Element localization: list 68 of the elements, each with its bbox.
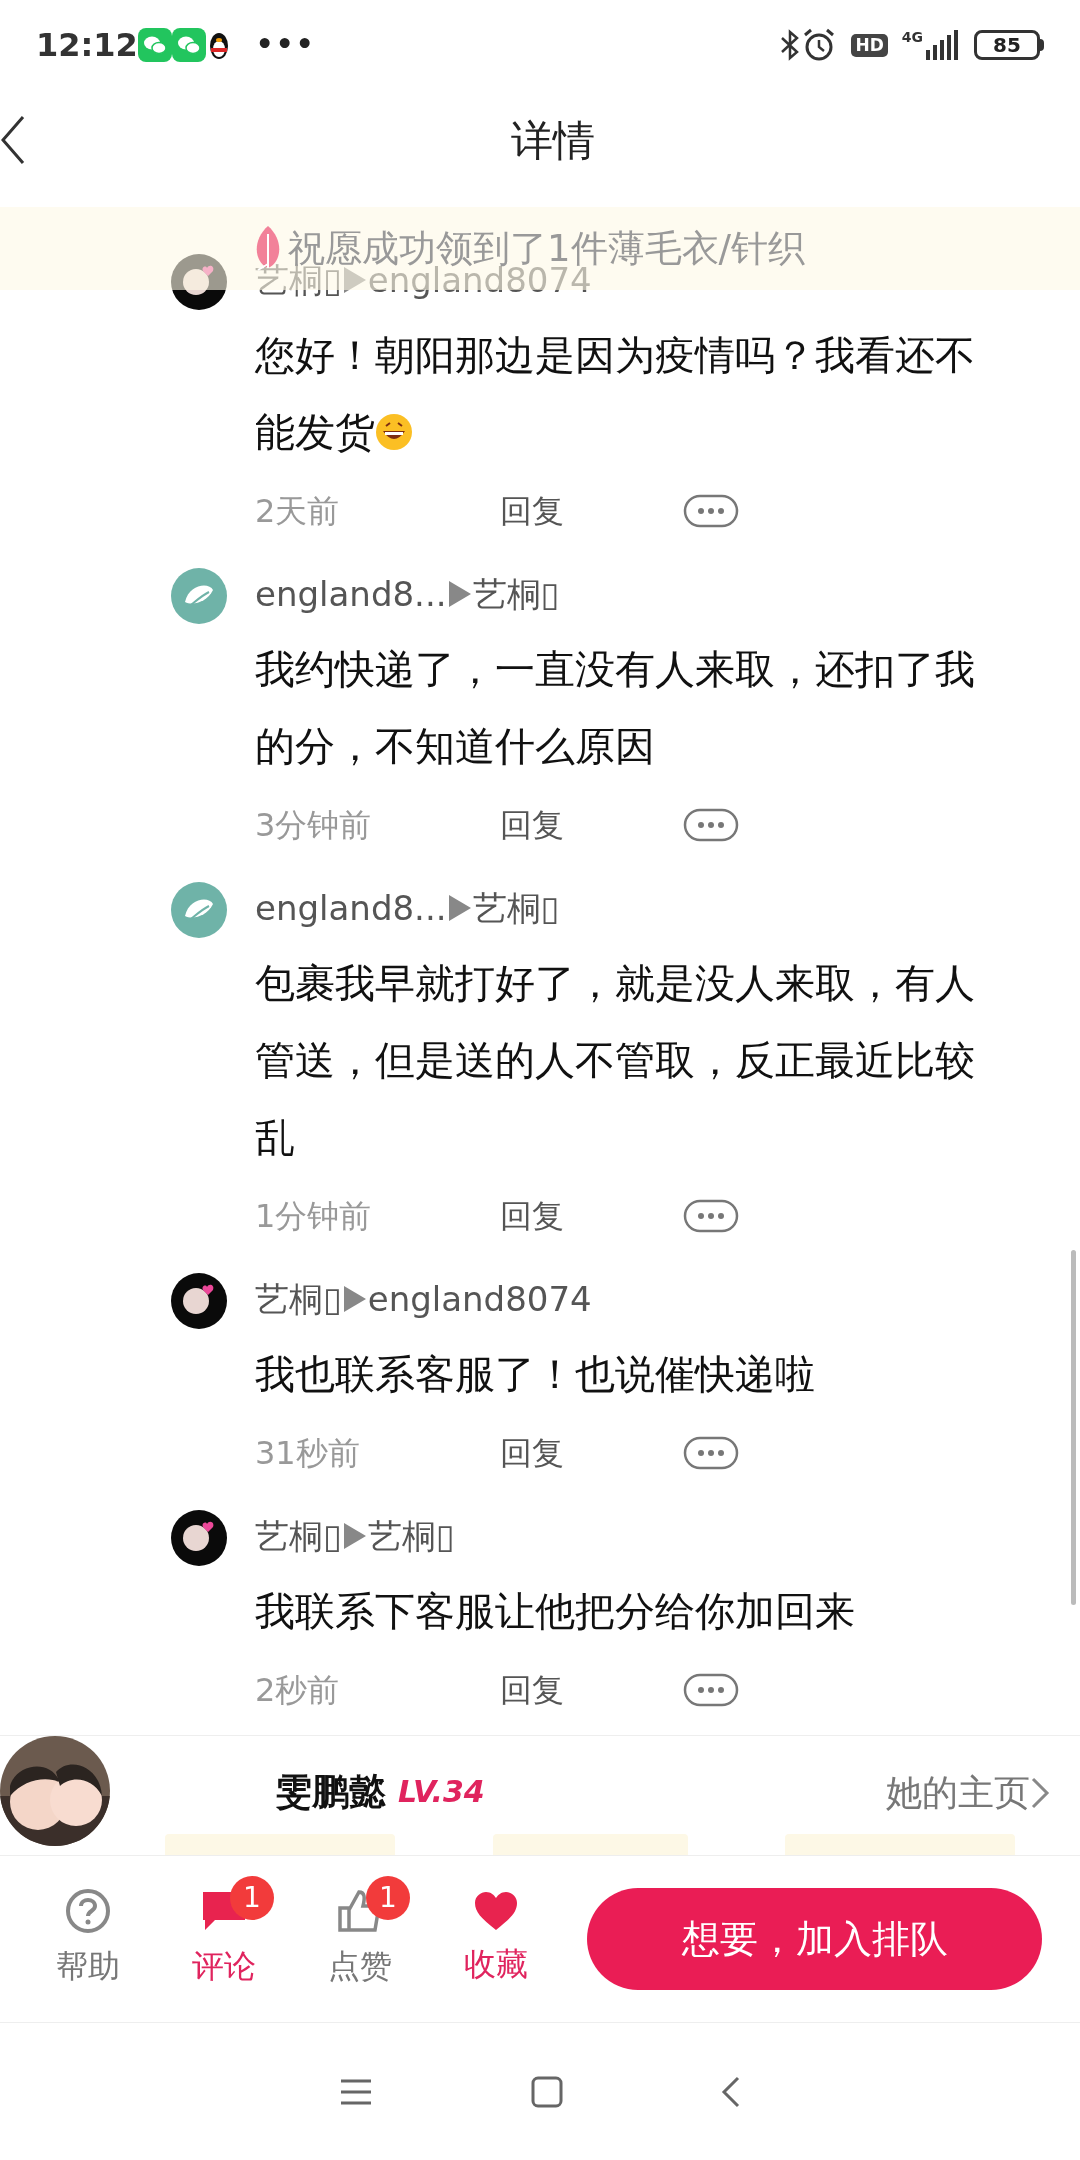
clock: 12:12 [36,25,138,66]
comment-time: 31秒前 [255,1433,361,1474]
comment-text: 管送，但是送的人不管取，反正最近比较 [255,1035,975,1085]
reply-button[interactable]: 回复 [500,1666,683,1714]
help-icon [65,1888,111,1934]
reply-target[interactable]: 艺桐▯ [472,882,560,934]
reply-arrow-icon [341,1284,368,1314]
leaf-avatar-icon [171,882,227,938]
page-title: 详情 [511,114,595,167]
comment-text: 我联系下客服让他把分给你加回来 [255,1586,855,1636]
leaf-avatar-icon [171,568,227,624]
notification-badge: 1 [366,1876,410,1920]
profile-name[interactable]: 雯鹏懿 [275,1764,386,1820]
level-tag: LV.34 [398,1769,485,1815]
reply-button[interactable]: 回复 [500,1429,683,1477]
notification-badge: 1 [230,1876,274,1920]
avatar-icon [171,1273,227,1329]
toolbar-like-button[interactable]: 点赞 1 [292,1874,428,2004]
chat-app-icon [137,28,172,62]
reply-target[interactable]: 艺桐▯ [367,1510,455,1562]
comment-text: 能发货 [255,407,375,457]
comment-author[interactable]: england8... [255,882,447,934]
comment-time: 3分钟前 [255,805,373,846]
battery-indicator: 85 [974,30,1040,60]
reply-target[interactable]: england8074 [367,1273,592,1325]
menu-icon[interactable] [339,2077,373,2106]
comment-text: 的分，不知道什么原因 [255,721,655,771]
comment-text: 乱 [255,1112,295,1162]
more-options-icon[interactable] [683,494,739,528]
comment-text: 包裹我早就打好了，就是没人来取，有人 [255,958,975,1008]
chat-app-icon [171,28,206,62]
comment-author[interactable]: 艺桐▯ [255,1273,342,1325]
toolbar-favorite-button[interactable]: 收藏 [428,1874,564,2004]
reply-arrow-icon [341,1521,368,1551]
avatar-icon [171,254,227,310]
toolbar-help-button[interactable]: 帮助 [20,1874,156,2004]
reply-button[interactable]: 回复 [500,487,683,535]
more-options-icon[interactable] [683,1199,739,1233]
reply-arrow-icon [341,265,368,295]
back-icon[interactable] [721,2074,741,2109]
signal-icon [926,30,958,60]
reply-arrow-icon [446,893,473,923]
toolbar-comment-button[interactable]: 评论 1 [156,1874,292,2004]
reply-button[interactable]: 回复 [500,1192,683,1240]
comment-time: 1分钟前 [255,1196,373,1237]
back-icon[interactable] [0,115,26,165]
hd-indicator: HD [851,33,888,57]
reply-arrow-icon [446,579,473,609]
reply-target[interactable]: 艺桐▯ [472,568,560,620]
comment-author[interactable]: england8... [255,568,447,620]
comment-text: 我也联系客服了！也说催快递啦 [255,1349,815,1399]
join-queue-button[interactable]: 想要，加入排队 [587,1888,1042,1990]
heart-icon [473,1890,519,1932]
avatar-icon [171,1510,227,1566]
more-options-icon[interactable] [683,1436,739,1470]
profile-link[interactable]: 她的主页 [886,1766,1050,1820]
comment-time: 2天前 [255,491,341,532]
home-square-icon[interactable] [531,2075,563,2108]
network-type: 4G [901,30,923,44]
comment-author[interactable]: 艺桐▯ [255,1510,342,1562]
chevron-right-icon [1030,1776,1050,1810]
more-options-icon[interactable] [683,1673,739,1707]
comment-text: 您好！朝阳那边是因为疫情吗？我看还不 [255,330,975,380]
comment-text: 我约快递了，一直没有人来取，还扣了我 [255,644,975,694]
more-options-icon[interactable] [683,808,739,842]
comment-time: 2秒前 [255,1670,341,1711]
notification-more: ••• [255,27,316,63]
reply-button[interactable]: 回复 [500,801,683,849]
